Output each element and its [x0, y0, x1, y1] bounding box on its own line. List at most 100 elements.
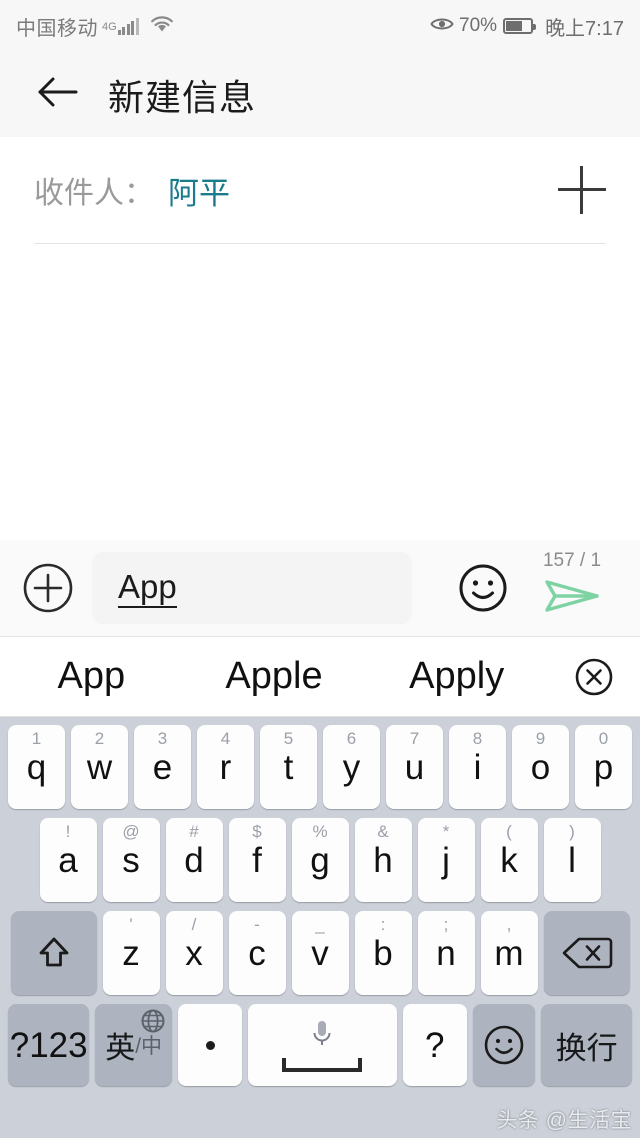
key-sup: - [254, 915, 260, 934]
key-a[interactable]: ! a [39, 818, 97, 902]
app-header: 新建信息 [0, 52, 640, 137]
key-w[interactable]: 2w [71, 725, 128, 809]
add-contact-icon[interactable] [558, 166, 606, 214]
eye-comfort-icon [430, 15, 454, 38]
key-label: o [530, 747, 551, 787]
key-z[interactable]: ' z [102, 911, 160, 995]
key-label: ? [424, 1025, 445, 1065]
key-sup: ' [129, 915, 133, 934]
keyboard-row-2: ! a @ s # d $ f % g & h * j (k ) l [5, 818, 635, 902]
keyboard-row-4: ?123 英/中 ? 换行 [5, 1004, 635, 1086]
message-input-bar: App 157 / 1 [0, 540, 640, 637]
backspace-icon[interactable] [543, 911, 630, 995]
key-m[interactable]: ,m [480, 911, 538, 995]
back-arrow-icon[interactable] [34, 72, 80, 118]
key-n[interactable]: ; n [417, 911, 475, 995]
key-label: n [436, 933, 456, 973]
key-label: z [122, 933, 140, 973]
key-label: e [152, 747, 173, 787]
key-q[interactable]: 1q [8, 725, 65, 809]
key-e[interactable]: 3e [134, 725, 191, 809]
plus-circle-icon[interactable] [22, 562, 74, 614]
key-h[interactable]: & h [354, 818, 412, 902]
wifi-icon [149, 14, 175, 38]
send-button[interactable]: 157 / 1 [526, 551, 618, 625]
composing-text[interactable]: App [118, 568, 177, 608]
suggestion-bar: App Apple Apply [0, 637, 640, 717]
period-key[interactable] [177, 1004, 243, 1086]
key-t[interactable]: 5t [260, 725, 317, 809]
suggestion-item-1[interactable]: App [0, 655, 183, 698]
key-sup: , [506, 915, 512, 934]
message-body-area[interactable] [0, 244, 640, 540]
globe-icon [140, 1008, 166, 1039]
key-o[interactable]: 9o [512, 725, 569, 809]
key-d[interactable]: # d [165, 818, 223, 902]
key-sup: & [377, 822, 389, 841]
key-label: k [500, 840, 518, 880]
key-b[interactable]: :b [354, 911, 412, 995]
character-counter: 157 / 1 [542, 550, 602, 571]
key-y[interactable]: 6y [323, 725, 380, 809]
carrier-label: 中国移动 [16, 17, 98, 40]
page-title: 新建信息 [108, 76, 257, 118]
key-label: w [86, 747, 113, 787]
watermark: 头条 @生活宝 [496, 1109, 632, 1132]
on-screen-keyboard: 1q 2w 3e 4r 5t 6y 7u 8i 9o 0p ! a @ s # d $… [0, 717, 640, 1138]
suggestion-item-3[interactable]: Apply [365, 655, 548, 698]
microphone-icon[interactable] [309, 1019, 335, 1054]
close-circle-icon[interactable] [548, 656, 640, 698]
message-text-field[interactable]: App [92, 552, 412, 624]
key-i[interactable]: 8i [449, 725, 506, 809]
suggestion-item-2[interactable]: Apple [183, 655, 366, 698]
language-switch-key[interactable]: 英/中 [95, 1004, 172, 1086]
key-label: f [252, 840, 262, 880]
recipient-chip[interactable]: 阿平 [168, 168, 230, 213]
enter-key[interactable]: 换行 [541, 1004, 632, 1086]
key-r[interactable]: 4r [197, 725, 254, 809]
key-sup: ; [443, 915, 449, 934]
key-label: a [58, 840, 78, 880]
symbols-key[interactable]: ?123 [8, 1004, 90, 1086]
recipient-row[interactable]: 收件人： 阿平 [0, 137, 640, 243]
key-l[interactable]: ) l [543, 818, 601, 902]
key-label: u [404, 747, 425, 787]
key-x[interactable]: / x [165, 911, 223, 995]
key-sup: 8 [472, 729, 483, 748]
key-label: i [473, 747, 482, 787]
key-v[interactable]: _ v [291, 911, 349, 995]
network-type-label: 4G [102, 20, 117, 33]
key-label: r [219, 747, 232, 787]
key-f[interactable]: $ f [228, 818, 286, 902]
key-k[interactable]: (k [480, 818, 538, 902]
status-bar: 中国移动 4G 70% 晚上7:17 [0, 0, 640, 52]
space-bar-glyph [282, 1057, 363, 1072]
space-key[interactable] [248, 1004, 397, 1086]
key-sup: 9 [535, 729, 546, 748]
key-label: s [122, 840, 140, 880]
send-icon[interactable] [526, 572, 618, 625]
key-sup: * [442, 822, 450, 841]
key-p[interactable]: 0p [575, 725, 632, 809]
status-bar-left: 中国移动 4G [16, 12, 175, 41]
key-g[interactable]: % g [291, 818, 349, 902]
key-sup: # [189, 822, 199, 841]
key-s[interactable]: @ s [102, 818, 160, 902]
space-key-inner [282, 1019, 363, 1072]
key-label: d [184, 840, 204, 880]
emoji-key-icon[interactable] [472, 1004, 536, 1086]
key-c[interactable]: -c [228, 911, 286, 995]
question-key[interactable]: ? [402, 1004, 467, 1086]
key-label: y [342, 747, 361, 787]
key-j[interactable]: * j [417, 818, 475, 902]
key-u[interactable]: 7u [386, 725, 443, 809]
key-sup: 2 [94, 729, 105, 748]
key-sup: / [191, 915, 197, 934]
key-sup: 4 [220, 729, 231, 748]
key-sup: 3 [157, 729, 168, 748]
emoji-button-icon[interactable] [456, 561, 510, 615]
shift-icon[interactable] [10, 911, 97, 995]
key-sup: 7 [409, 729, 420, 748]
key-sup: ( [506, 822, 512, 841]
key-label: b [373, 933, 393, 973]
